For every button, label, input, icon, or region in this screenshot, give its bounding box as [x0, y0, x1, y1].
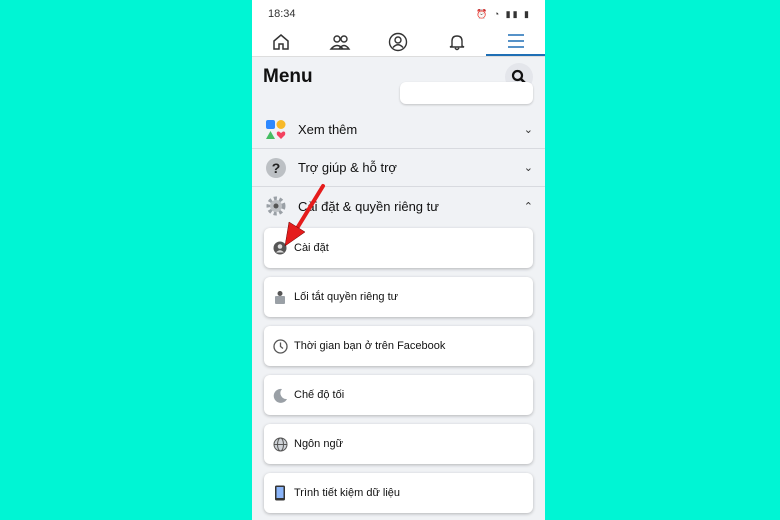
- tab-menu[interactable]: [486, 28, 545, 56]
- friends-icon: [329, 35, 351, 50]
- item-label: Thời gian bạn ở trên Facebook: [294, 340, 446, 352]
- shortcut-card-partial[interactable]: [400, 82, 533, 104]
- settings-item-privacy-shortcuts[interactable]: Lối tắt quyền riêng tư: [264, 277, 533, 317]
- top-nav: [252, 28, 545, 57]
- svg-text:?: ?: [272, 160, 281, 176]
- phone-screen: 18:34 ⏰ ◔ ▮▮ ▮ Menu Xem thêm ⌄ ? Trợ giú…: [252, 0, 545, 520]
- profile-icon: [389, 32, 408, 52]
- tab-friends[interactable]: [311, 28, 370, 56]
- item-label: Ngôn ngữ: [294, 438, 343, 450]
- shapes-icon: [264, 118, 288, 142]
- bell-icon: [449, 35, 465, 51]
- chevron-up-icon: ⌃: [523, 200, 533, 213]
- item-label: Chế độ tối: [294, 389, 345, 401]
- page-title: Menu: [263, 66, 313, 87]
- status-icons: ⏰ ◔ ▮▮ ▮: [475, 8, 531, 19]
- gear-icon: [264, 194, 288, 218]
- item-label: Trình tiết kiệm dữ liệu: [294, 487, 400, 499]
- status-bar: 18:34 ⏰ ◔ ▮▮ ▮: [252, 0, 545, 28]
- chevron-down-icon: ⌄: [523, 124, 533, 136]
- home-icon: [273, 34, 290, 50]
- question-icon: ?: [264, 156, 288, 180]
- section-see-more[interactable]: Xem thêm ⌄: [252, 111, 545, 149]
- section-label: Xem thêm: [298, 122, 358, 137]
- tab-profile[interactable]: [369, 28, 428, 56]
- section-label: Trợ giúp & hỗ trợ: [298, 160, 397, 175]
- settings-item-dark-mode[interactable]: Chế độ tối: [264, 375, 533, 415]
- section-label: Cài đặt & quyền riêng tư: [298, 198, 439, 214]
- settings-item-language[interactable]: Ngôn ngữ: [264, 424, 533, 464]
- settings-item-data-saver[interactable]: Trình tiết kiệm dữ liệu: [264, 473, 533, 513]
- globe-icon: [272, 436, 288, 452]
- chevron-down-icon: ⌄: [523, 162, 533, 174]
- clock-icon: [272, 338, 288, 354]
- item-label: Lối tắt quyền riêng tư: [294, 291, 398, 303]
- lock-icon: [272, 289, 288, 305]
- section-settings-privacy[interactable]: Cài đặt & quyền riêng tư ⌃: [252, 187, 545, 225]
- menu-icon: [507, 34, 524, 48]
- status-time: 18:34: [268, 8, 296, 20]
- settings-item-settings[interactable]: Cài đặt: [264, 228, 533, 268]
- tab-notifications[interactable]: [428, 28, 487, 56]
- account-icon: [272, 240, 288, 256]
- phone-icon: [272, 485, 288, 501]
- item-label: Cài đặt: [294, 242, 329, 254]
- tab-home[interactable]: [252, 28, 311, 56]
- section-help-support[interactable]: ? Trợ giúp & hỗ trợ ⌄: [252, 149, 545, 187]
- settings-item-time-on-facebook[interactable]: Thời gian bạn ở trên Facebook: [264, 326, 533, 366]
- moon-icon: [272, 387, 288, 403]
